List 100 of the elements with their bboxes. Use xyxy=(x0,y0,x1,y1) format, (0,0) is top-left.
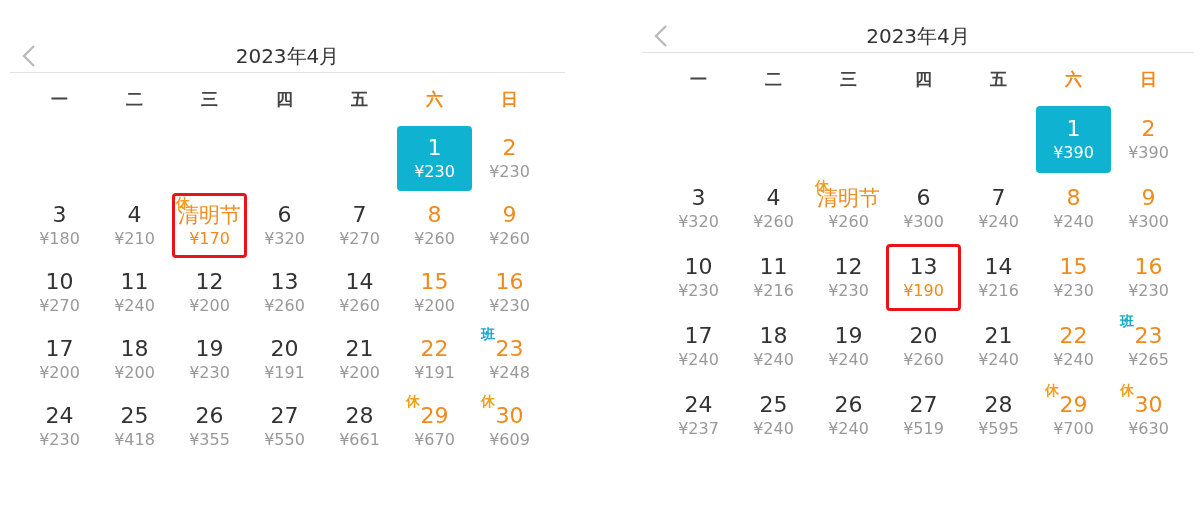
day-number: 20 xyxy=(909,322,938,348)
day-number: 12 xyxy=(834,253,863,279)
day-price: ¥260 xyxy=(903,348,944,371)
day-cell[interactable]: 7 ¥270 xyxy=(322,193,397,258)
month-title: 2023年4月 xyxy=(235,42,340,70)
day-price: ¥609 xyxy=(489,428,530,451)
day-number: 26 xyxy=(195,402,224,428)
day-price: ¥670 xyxy=(414,428,455,451)
day-number: 28 xyxy=(984,391,1013,417)
day-number: 29 xyxy=(420,402,449,428)
day-price: ¥260 xyxy=(753,210,794,233)
day-price: ¥390 xyxy=(1128,141,1169,164)
day-cell[interactable]: 26 ¥355 xyxy=(172,394,247,459)
back-icon[interactable] xyxy=(22,44,36,68)
back-icon[interactable] xyxy=(654,24,668,48)
day-cell[interactable]: 28 ¥595 xyxy=(961,382,1036,449)
day-cell[interactable]: 7 ¥240 xyxy=(961,175,1036,242)
day-cell[interactable]: 25 ¥418 xyxy=(97,394,172,459)
day-number: 25 xyxy=(120,402,149,428)
day-cell[interactable]: 27 ¥519 xyxy=(886,382,961,449)
weekday-label: 一 xyxy=(50,87,69,111)
day-number: 26 xyxy=(834,391,863,417)
day-price: ¥200 xyxy=(414,294,455,317)
day-cell[interactable]: 11 ¥216 xyxy=(736,244,811,311)
day-cell[interactable]: 24 ¥237 xyxy=(661,382,736,449)
day-number: 15 xyxy=(420,268,449,294)
day-price: ¥355 xyxy=(189,428,230,451)
day-price: ¥240 xyxy=(828,348,869,371)
day-number: 28 xyxy=(345,402,374,428)
day-cell[interactable]: 24 ¥230 xyxy=(22,394,97,459)
day-cell[interactable]: 13 ¥260 xyxy=(247,260,322,325)
weekday-label: 三 xyxy=(200,87,219,111)
day-cell[interactable]: 6 ¥300 xyxy=(886,175,961,242)
day-number: 3 xyxy=(691,184,706,210)
day-price: ¥260 xyxy=(339,294,380,317)
day-cell[interactable]: 6 ¥320 xyxy=(247,193,322,258)
day-cell[interactable]: 27 ¥550 xyxy=(247,394,322,459)
day-cell[interactable]: 18 ¥200 xyxy=(97,327,172,392)
day-cell[interactable]: 26 ¥240 xyxy=(811,382,886,449)
day-price: ¥170 xyxy=(189,227,230,250)
day-cell[interactable]: 18 ¥240 xyxy=(736,313,811,380)
day-number: 13 xyxy=(270,268,299,294)
day-number: 2 xyxy=(502,134,517,160)
weekday-label: 二 xyxy=(764,67,783,91)
day-price: ¥230 xyxy=(414,160,455,183)
weekday-label: 日 xyxy=(1139,67,1158,91)
day-number: 8 xyxy=(427,201,442,227)
day-number: 27 xyxy=(270,402,299,428)
day-cell[interactable]: 21 ¥200 xyxy=(322,327,397,392)
day-price: ¥418 xyxy=(114,428,155,451)
day-price: ¥270 xyxy=(39,294,80,317)
day-cell[interactable]: 28 ¥661 xyxy=(322,394,397,459)
day-cell[interactable]: 10 ¥230 xyxy=(661,244,736,311)
day-cell[interactable]: 13 ¥190 xyxy=(886,244,961,311)
day-cell[interactable]: 17 ¥240 xyxy=(661,313,736,380)
day-price: ¥216 xyxy=(978,279,1019,302)
day-number: 2 xyxy=(1141,115,1156,141)
holiday-tag: 休 xyxy=(480,393,495,409)
day-cell[interactable]: 12 ¥230 xyxy=(811,244,886,311)
day-number: 7 xyxy=(991,184,1006,210)
day-cell[interactable]: 11 ¥240 xyxy=(97,260,172,325)
day-cell[interactable]: 17 ¥200 xyxy=(22,327,97,392)
day-number: 12 xyxy=(195,268,224,294)
day-cell[interactable]: 19 ¥240 xyxy=(811,313,886,380)
holiday-tag: 休 xyxy=(405,393,420,409)
weekday-label: 五 xyxy=(989,67,1008,91)
day-price: ¥240 xyxy=(114,294,155,317)
weekday-label: 四 xyxy=(914,67,933,91)
day-cell[interactable]: 20 ¥260 xyxy=(886,313,961,380)
day-cell[interactable]: 4 ¥210 xyxy=(97,193,172,258)
day-cell[interactable]: 10 ¥270 xyxy=(22,260,97,325)
day-number: 1 xyxy=(427,134,442,160)
day-cell[interactable]: 3 ¥320 xyxy=(661,175,736,242)
day-cell[interactable]: 19 ¥230 xyxy=(172,327,247,392)
day-price: ¥595 xyxy=(978,417,1019,440)
day-number: 8 xyxy=(1066,184,1081,210)
day-cell[interactable]: 14 ¥260 xyxy=(322,260,397,325)
holiday-tag: 班 xyxy=(1119,313,1134,329)
day-cell[interactable]: 20 ¥191 xyxy=(247,327,322,392)
day-price: ¥200 xyxy=(189,294,230,317)
weekday-label: 五 xyxy=(350,87,369,111)
day-price: ¥320 xyxy=(264,227,305,250)
day-number: 15 xyxy=(1059,253,1088,279)
day-number: 17 xyxy=(45,335,74,361)
day-cell[interactable]: 4 ¥260 xyxy=(736,175,811,242)
day-number: 11 xyxy=(120,268,149,294)
weekday-label: 四 xyxy=(275,87,294,111)
day-cell[interactable]: 25 ¥240 xyxy=(736,382,811,449)
day-cell[interactable]: 3 ¥180 xyxy=(22,193,97,258)
day-cell[interactable]: 21 ¥240 xyxy=(961,313,1036,380)
day-price: ¥240 xyxy=(753,417,794,440)
weekday-label: 六 xyxy=(1064,67,1083,91)
day-cell[interactable]: 12 ¥200 xyxy=(172,260,247,325)
day-number: 18 xyxy=(759,322,788,348)
weekday-label: 六 xyxy=(425,87,444,111)
day-price: ¥320 xyxy=(678,210,719,233)
day-price: ¥260 xyxy=(828,210,869,233)
day-number: 30 xyxy=(1134,391,1163,417)
day-number: 11 xyxy=(759,253,788,279)
day-cell[interactable]: 14 ¥216 xyxy=(961,244,1036,311)
